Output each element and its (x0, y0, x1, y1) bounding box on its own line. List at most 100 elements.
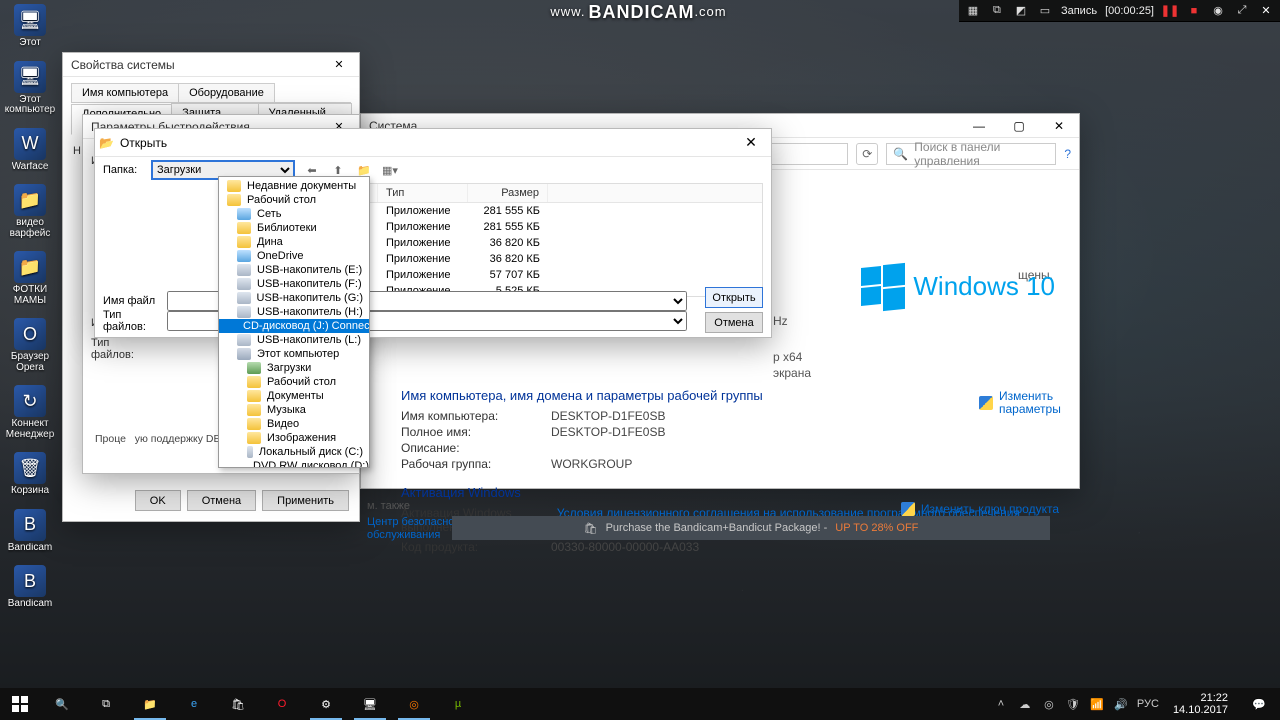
icon-label: Этот компьютер (5, 95, 55, 116)
tray-bandicam-icon[interactable]: ◎ (1041, 696, 1057, 712)
desktop-icon[interactable]: BBandicam (8, 509, 52, 554)
bandicam-expand-icon[interactable]: ⤢ (1234, 3, 1250, 19)
tray-volume-icon[interactable]: 🔊 (1113, 696, 1129, 712)
desktop-icon[interactable]: WWarface (8, 128, 52, 173)
desktop-icon[interactable]: 🗑Корзина (8, 452, 52, 497)
tree-item[interactable]: Локальный диск (C:) (219, 445, 369, 459)
tab-hardware[interactable]: Оборудование (178, 83, 275, 102)
bandicam-promo-bar[interactable]: 🛍 Purchase the Bandicam+Bandicut Package… (452, 516, 1050, 540)
promo-text: Purchase the Bandicam+Bandicut Package! … (606, 522, 828, 534)
nav-refresh-button[interactable]: ⟳ (856, 143, 878, 165)
bandicam-pause-button[interactable]: ❚❚ (1162, 3, 1178, 19)
taskbar-edge[interactable]: e (172, 688, 216, 720)
bandicam-device-icon[interactable]: ▭ (1037, 3, 1053, 19)
taskbar-taskview-icon[interactable]: ⧉ (84, 688, 128, 720)
col-size[interactable]: Размер (468, 184, 548, 202)
windows-logo-icon (861, 264, 905, 308)
desktop-icon[interactable]: BBandicam (8, 565, 52, 610)
change-settings-link[interactable]: Изменить параметры (979, 390, 1059, 416)
tree-item[interactable]: Этот компьютер (219, 347, 369, 361)
taskbar-store[interactable]: 🛍 (216, 688, 260, 720)
tree-item-label: Библиотеки (257, 222, 317, 234)
tray-clock[interactable]: 21:22 14.10.2017 (1167, 692, 1234, 716)
desktop-icon[interactable]: 🖥Этот (8, 4, 52, 49)
folder-icon (247, 376, 261, 388)
tray-lang[interactable]: РУС (1137, 696, 1159, 712)
bandicam-fps-icon[interactable]: ▦ (965, 3, 981, 19)
tree-item[interactable]: USB-накопитель (H:) (219, 305, 369, 319)
bandicam-game-icon[interactable]: ◩ (1013, 3, 1029, 19)
taskbar-utorrent[interactable]: µ (436, 688, 480, 720)
bandicam-camera-icon[interactable]: ◉ (1210, 3, 1226, 19)
taskbar-settings[interactable]: ⚙ (304, 688, 348, 720)
tab-computer-name[interactable]: Имя компьютера (71, 83, 179, 102)
open-titlebar[interactable]: 📂Открыть ✕ (95, 129, 771, 157)
open-button[interactable]: Открыть (705, 287, 763, 308)
fullname-label: Полное имя: (401, 425, 511, 439)
tree-item[interactable]: Документы (219, 389, 369, 403)
filetype-label2: Тип файлов: (103, 309, 159, 333)
taskbar-search-icon[interactable]: 🔍 (40, 688, 84, 720)
views-icon[interactable]: ▦▾ (381, 161, 399, 179)
tree-item[interactable]: Сеть (219, 207, 369, 221)
promo-discount: UP TO 28% OFF (835, 522, 918, 534)
tree-item[interactable]: Рабочий стол (219, 193, 369, 207)
desktop-icon[interactable]: OБраузер Opera (8, 318, 52, 373)
col-type[interactable]: Тип (378, 184, 468, 202)
tree-item[interactable]: Видео (219, 417, 369, 431)
tray-defender-icon[interactable]: 🛡 (1065, 696, 1081, 712)
tree-item[interactable]: USB-накопитель (G:) (219, 291, 369, 305)
desktop-icon[interactable]: ↻Коннект Менеджер (8, 385, 52, 440)
tray-onedrive-icon[interactable]: ☁ (1017, 696, 1033, 712)
desktop-icon[interactable]: 📁ФОТКИ МАМЫ (8, 251, 52, 306)
tree-item[interactable]: CD-дисковод (J:) Connect Manager (219, 319, 369, 333)
taskbar-bandicam[interactable]: ◎ (392, 688, 436, 720)
workgroup-label: Рабочая группа: (401, 457, 511, 471)
tree-item[interactable]: USB-накопитель (L:) (219, 333, 369, 347)
drive-icon (237, 278, 251, 290)
tree-item-label: Локальный диск (C:) (259, 446, 363, 458)
close-button[interactable]: ✕ (319, 53, 359, 77)
tree-item[interactable]: Загрузки (219, 361, 369, 375)
cancel-button[interactable]: Отмена (187, 490, 256, 511)
cell-type: Приложение (378, 235, 468, 251)
tree-item[interactable]: Библиотеки (219, 221, 369, 235)
maximize-button[interactable]: ▢ (999, 114, 1039, 138)
ok-button[interactable]: OK (135, 490, 181, 511)
tree-item[interactable]: DVD RW дисковод (D:) (219, 459, 369, 468)
close-button[interactable]: ✕ (1039, 114, 1079, 138)
apply-button[interactable]: Применить (262, 490, 349, 511)
tray-chevron-up-icon[interactable]: ˄ (993, 696, 1009, 712)
desktop-icon[interactable]: 📁видео варфейс (8, 184, 52, 239)
help-icon[interactable]: ? (1064, 147, 1071, 161)
control-panel-search[interactable]: 🔍 Поиск в панели управления (886, 143, 1056, 165)
tree-item[interactable]: Недавние документы (219, 179, 369, 193)
start-button[interactable] (0, 688, 40, 720)
minimize-button[interactable]: — (959, 114, 999, 138)
taskbar-system[interactable]: 🖥 (348, 688, 392, 720)
action-center-icon[interactable]: 💬 (1242, 688, 1276, 720)
sysprops-titlebar[interactable]: Свойства системы ✕ (63, 53, 359, 77)
folder-dropdown-list[interactable]: Недавние документыРабочий столСетьБиблио… (218, 176, 370, 468)
tree-item[interactable]: Изображения (219, 431, 369, 445)
tree-item[interactable]: Дина (219, 235, 369, 249)
bandicam-close-button[interactable]: ✕ (1258, 3, 1274, 19)
tray-network-icon[interactable]: 📶 (1089, 696, 1105, 712)
cancel-button[interactable]: Отмена (705, 312, 763, 333)
tree-item[interactable]: USB-накопитель (F:) (219, 277, 369, 291)
close-button[interactable]: ✕ (735, 131, 767, 155)
tree-item[interactable]: Музыка (219, 403, 369, 417)
change-key-link[interactable]: Изменить ключ продукта (901, 502, 1059, 516)
taskbar: 🔍 ⧉ 📁 e 🛍 O ⚙ 🖥 ◎ µ ˄ ☁ ◎ 🛡 📶 🔊 РУС 21:2… (0, 688, 1280, 720)
tree-item[interactable]: OneDrive (219, 249, 369, 263)
activation-header: Активация Windows (401, 485, 1053, 500)
bandicam-stop-button[interactable]: ■ (1186, 3, 1202, 19)
desktop-icon[interactable]: 🖥Этот компьютер (8, 61, 52, 116)
taskbar-opera[interactable]: O (260, 688, 304, 720)
icon-label: Bandicam (8, 599, 52, 610)
tree-item[interactable]: Рабочий стол (219, 375, 369, 389)
bandicam-screen-icon[interactable]: ⧉ (989, 3, 1005, 19)
taskbar-explorer[interactable]: 📁 (128, 688, 172, 720)
net-icon (237, 208, 251, 220)
tree-item[interactable]: USB-накопитель (E:) (219, 263, 369, 277)
